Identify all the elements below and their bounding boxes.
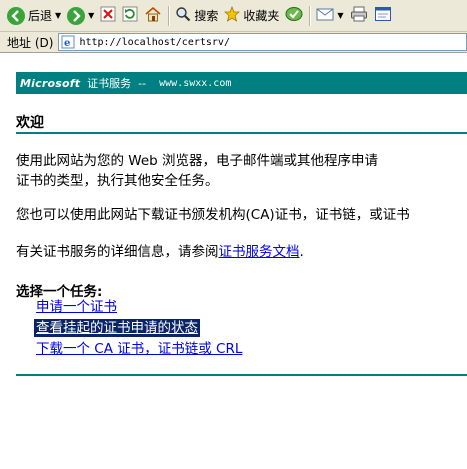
intro-paragraph: 使用此网站为您的 Web 浏览器，电子邮件端或其他程序申请 证书的类型，执行其他… [16,151,467,191]
banner-separator: -- [138,76,147,90]
stop-icon [100,6,116,25]
svg-text:e: e [64,38,70,49]
search-label: 搜索 [194,9,219,23]
heading-divider [16,132,467,134]
edit-button[interactable] [371,3,395,29]
toolbar-separator [168,5,170,26]
mail-dropdown-icon[interactable]: ▼ [337,11,343,20]
info-paragraph: 有关证书服务的详细信息，请参阅证书服务文档. [16,242,467,262]
address-bar: 地址 (D) e http://localhost/certsrv/ [0,32,467,53]
server-host: www.swxx.com [159,77,232,89]
printer-icon [350,6,368,25]
home-button[interactable] [141,3,165,29]
address-label: 地址 (D) [7,35,54,50]
edit-document-icon [374,6,392,25]
media-button[interactable] [282,3,306,29]
stop-button[interactable] [97,3,119,29]
toolbar-separator [309,5,311,26]
header-banner: Microsoft 证书服务 -- www.swxx.com [16,72,467,94]
star-icon [224,5,241,25]
forward-arrow-icon [67,6,86,25]
page-content: Microsoft 证书服务 -- www.swxx.com 欢迎 使用此网站为… [0,54,467,469]
address-url: http://localhost/certsrv/ [79,36,230,48]
pending-request-status-link[interactable]: 查看挂起的证书申请的状态 [34,319,200,337]
refresh-button[interactable] [119,3,141,29]
ie-page-icon: e [61,35,75,49]
request-certificate-link[interactable]: 申请一个证书 [36,298,117,316]
back-button[interactable]: 后退 ▼ [4,3,64,29]
intro-line-2: 证书的类型，执行其他安全任务。 [16,173,219,189]
back-dropdown-icon[interactable]: ▼ [55,11,61,20]
forward-button[interactable]: ▼ [64,3,97,29]
page-title: 欢迎 [16,115,44,131]
address-accesskey: (D) [34,35,54,50]
ca-download-paragraph: 您也可以使用此网站下载证书颁发机构(CA)证书，证书链，或证书 [16,207,410,223]
search-button[interactable]: 搜索 [172,3,221,29]
favorites-button[interactable]: 收藏夹 [221,3,282,29]
address-input[interactable]: e http://localhost/certsrv/ [58,33,467,51]
download-ca-certificate-link[interactable]: 下载一个 CA 证书，证书链或 CRL [36,340,242,358]
home-icon [144,6,162,25]
info-prefix: 有关证书服务的详细信息，请参阅 [16,244,219,260]
media-icon [285,6,303,25]
footer-divider [16,374,467,376]
microsoft-logo: Microsoft [20,76,81,90]
mail-icon [316,6,334,25]
mail-button[interactable]: ▼ [313,3,346,29]
back-label: 后退 [28,9,53,23]
intro-line-1: 使用此网站为您的 Web 浏览器，电子邮件端或其他程序申请 [16,153,379,169]
search-icon [175,6,191,25]
docs-link[interactable]: 证书服务文档 [219,244,300,260]
info-suffix: . [299,244,304,260]
forward-dropdown-icon[interactable]: ▼ [88,11,94,20]
print-button[interactable] [347,3,371,29]
service-name: 证书服务 [87,77,132,90]
browser-toolbar: 后退 ▼ ▼ 搜索 收藏夹 ▼ [0,0,467,32]
tasks-heading: 选择一个任务: [16,284,103,300]
favorites-label: 收藏夹 [243,9,280,23]
back-arrow-icon [7,6,25,25]
refresh-icon [122,6,138,25]
